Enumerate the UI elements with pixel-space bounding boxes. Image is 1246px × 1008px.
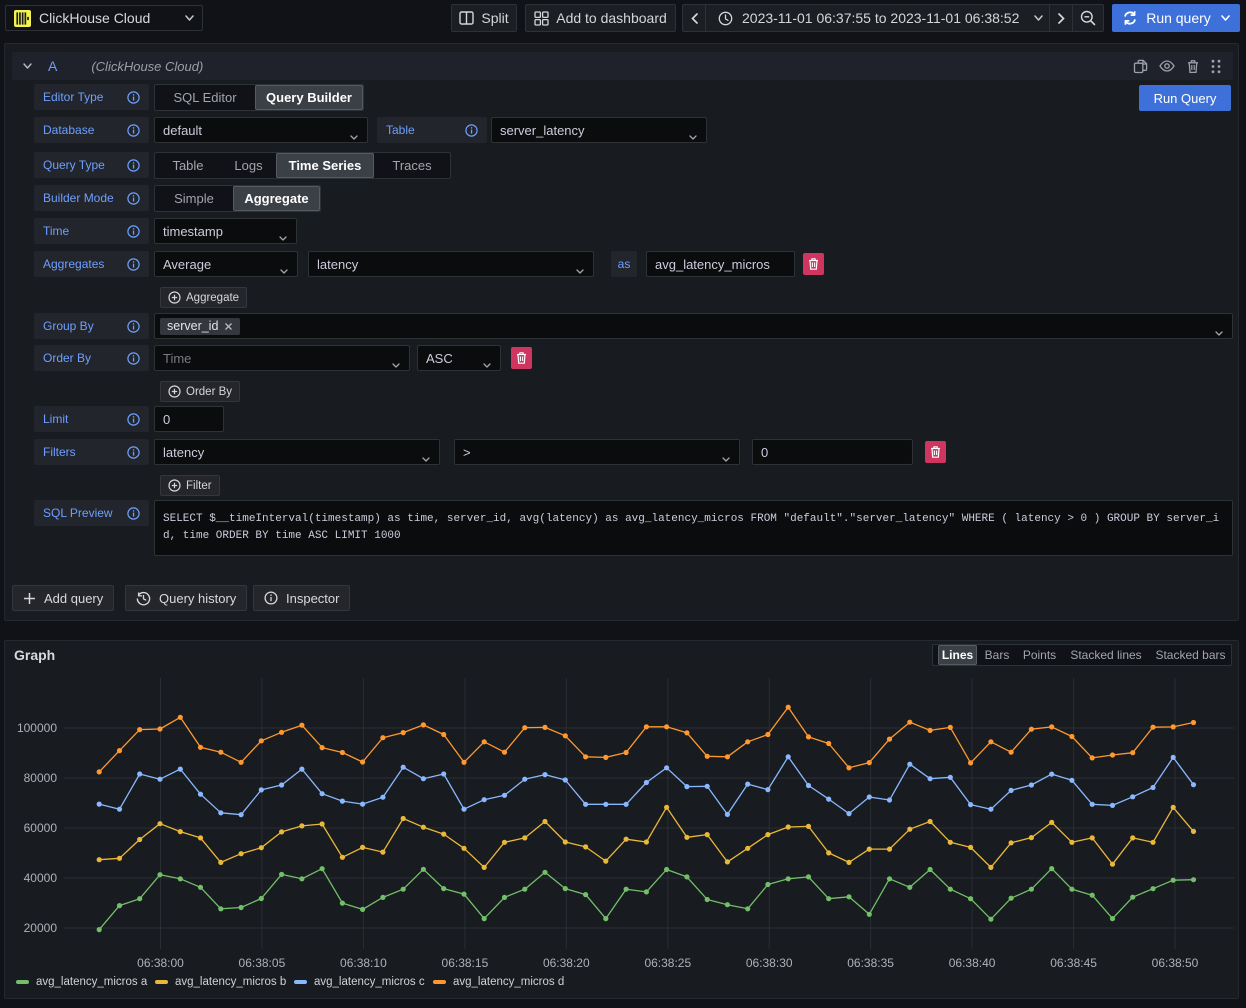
svg-text:06:38:15: 06:38:15 — [442, 956, 489, 970]
svg-text:100000: 100000 — [17, 721, 57, 735]
svg-text:06:38:35: 06:38:35 — [847, 956, 894, 970]
svg-text:06:38:20: 06:38:20 — [543, 956, 590, 970]
svg-text:06:38:00: 06:38:00 — [137, 956, 184, 970]
svg-text:06:38:30: 06:38:30 — [746, 956, 793, 970]
svg-text:06:38:50: 06:38:50 — [1152, 956, 1199, 970]
svg-text:06:38:10: 06:38:10 — [340, 956, 387, 970]
svg-text:40000: 40000 — [24, 871, 58, 885]
svg-text:80000: 80000 — [24, 771, 58, 785]
svg-text:60000: 60000 — [24, 821, 58, 835]
svg-text:06:38:25: 06:38:25 — [644, 956, 691, 970]
svg-text:06:38:45: 06:38:45 — [1050, 956, 1097, 970]
svg-text:06:38:05: 06:38:05 — [239, 956, 286, 970]
svg-text:06:38:40: 06:38:40 — [949, 956, 996, 970]
svg-text:20000: 20000 — [24, 921, 58, 935]
